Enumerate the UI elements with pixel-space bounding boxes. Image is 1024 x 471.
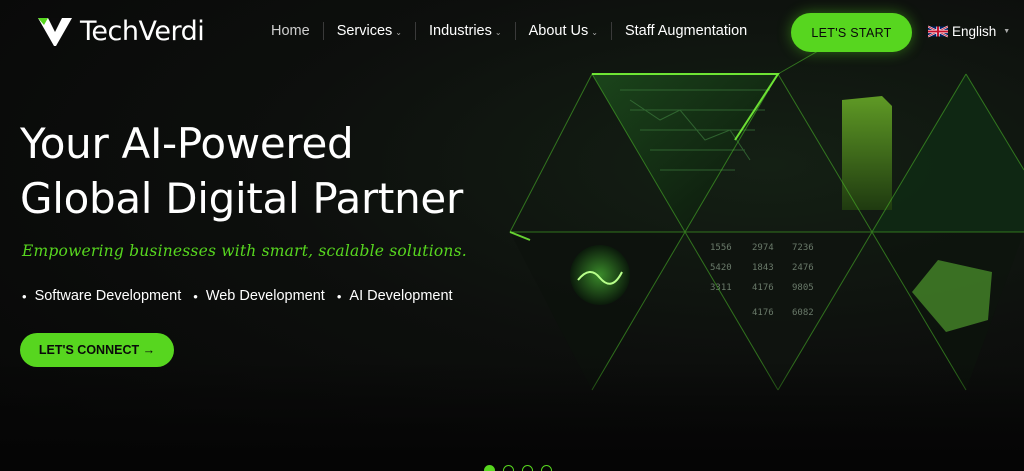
art-triangle [872, 74, 1024, 232]
svg-text:3311: 3311 [710, 283, 732, 293]
nav-item-label: About Us [528, 23, 589, 39]
slider-dot[interactable] [522, 465, 533, 471]
art-triangle [592, 74, 778, 232]
chevron-down-icon: ⌄ [494, 27, 502, 37]
svg-text:2476: 2476 [792, 263, 814, 273]
svg-text:4176: 4176 [752, 308, 774, 318]
nav-item-industries[interactable]: Industries ⌄ [416, 23, 515, 39]
hero-tagline: Empowering businesses with smart, scalab… [22, 242, 467, 260]
nav-item-label: Industries [429, 23, 492, 39]
slider-dot[interactable] [541, 465, 552, 471]
service-item: AI Development [337, 288, 452, 304]
slider-pagination [484, 465, 552, 471]
service-item: Software Development [22, 288, 182, 304]
svg-text:1843: 1843 [752, 263, 774, 273]
svg-text:7236: 7236 [792, 243, 814, 253]
brand-name: TechVerdi [80, 15, 205, 47]
svg-text:1556: 1556 [710, 243, 732, 253]
chevron-down-icon: ⌄ [591, 27, 598, 37]
svg-text:2974: 2974 [752, 243, 774, 253]
headline-line-2: Global Digital Partner [20, 174, 463, 223]
nav-item-home[interactable]: Home [258, 23, 323, 39]
nav-item-label: Services [336, 23, 393, 39]
svg-text:6082: 6082 [792, 308, 814, 318]
main-nav: Home Services ⌄ Industries ⌄ About Us ⌄ … [258, 22, 760, 40]
lets-start-button[interactable]: LET'S START [791, 13, 912, 52]
caret-down-icon: ▼ [1003, 28, 1011, 35]
language-label: English [952, 24, 997, 39]
service-item: Web Development [193, 288, 325, 304]
slider-dot[interactable] [503, 465, 514, 471]
site-header: TechVerdi Home Services ⌄ Industries ⌄ A… [0, 0, 1024, 64]
svg-text:4176: 4176 [752, 283, 774, 293]
hero-section: 1556 2974 7236 5420 1843 2476 3311 4176 9805 4… [0, 0, 1024, 471]
nav-item-services[interactable]: Services ⌄ [324, 23, 415, 39]
slider-dot[interactable] [484, 465, 495, 471]
services-list: Software Development Web Development AI … [22, 288, 453, 304]
lets-connect-button[interactable]: LET'S CONNECT → [20, 333, 174, 367]
nav-item-label: Home [271, 23, 310, 39]
brand-logo[interactable]: TechVerdi [36, 14, 205, 48]
techverdi-logo-icon [38, 18, 72, 46]
nav-item-about-us[interactable]: About Us ⌄ [516, 23, 611, 39]
uk-flag-icon [928, 25, 948, 38]
nav-item-label: Staff Augmentation [624, 23, 748, 39]
headline-line-1: Your AI-Powered [20, 119, 354, 168]
nav-item-staff-augmentation[interactable]: Staff Augmentation [612, 23, 760, 39]
chevron-down-icon: ⌄ [395, 27, 402, 37]
hero-headline: Your AI-Powered Global Digital Partner [20, 116, 463, 226]
language-selector[interactable]: English ▼ [928, 24, 1010, 39]
art-bar-block [842, 96, 892, 210]
svg-text:5420: 5420 [710, 263, 732, 273]
svg-text:9805: 9805 [792, 283, 814, 293]
